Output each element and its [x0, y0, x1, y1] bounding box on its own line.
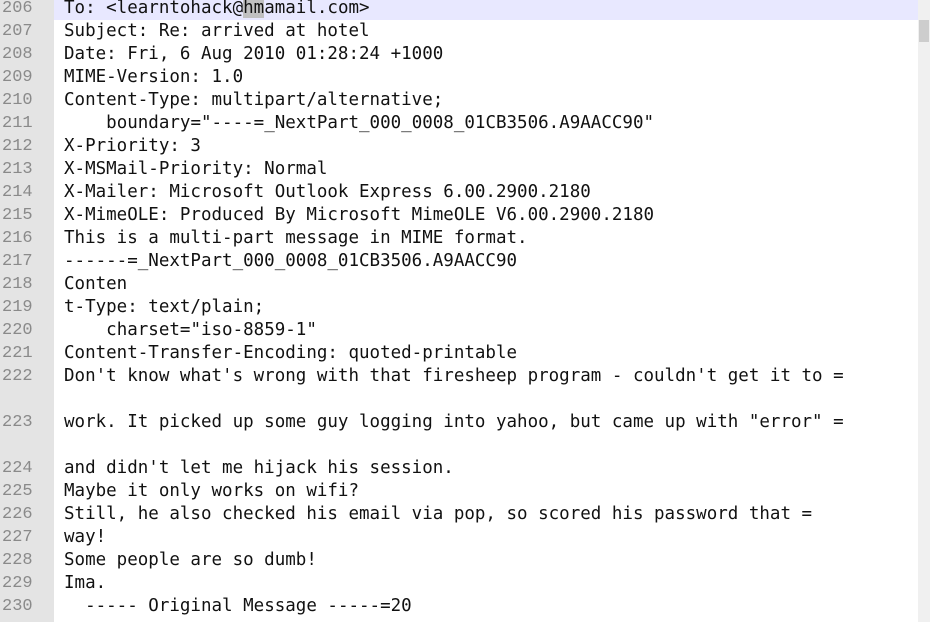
line-number: 229	[0, 572, 54, 595]
line-number: 228	[0, 549, 54, 572]
editor-line[interactable]: 229 Ima.	[0, 572, 918, 595]
editor-line[interactable]: 213 X-MSMail-Priority: Normal	[0, 158, 918, 181]
line-number: 222	[0, 365, 54, 411]
editor-line[interactable]: 218 Conten	[0, 273, 918, 296]
scrollbar-thumb[interactable]	[919, 20, 929, 42]
editor-line[interactable]: 224 and didn't let me hijack his session.	[0, 457, 918, 480]
line-text[interactable]: Some people are so dumb!	[54, 549, 918, 572]
line-number: 206	[0, 0, 54, 20]
line-text[interactable]: ------=_NextPart_000_0008_01CB3506.A9AAC…	[54, 250, 918, 273]
line-text[interactable]: X-MSMail-Priority: Normal	[54, 158, 918, 181]
editor-line[interactable]: 217 ------=_NextPart_000_0008_01CB3506.A9…	[0, 250, 918, 273]
line-text[interactable]: and didn't let me hijack his session.	[54, 457, 918, 480]
editor-line[interactable]: 228 Some people are so dumb!	[0, 549, 918, 572]
line-number: 212	[0, 135, 54, 158]
line-text[interactable]: work. It picked up some guy logging into…	[54, 411, 918, 457]
line-text[interactable]: Subject: Re: arrived at hotel	[54, 20, 918, 43]
line-number: 210	[0, 89, 54, 112]
line-text[interactable]: way!	[54, 526, 918, 549]
editor-line[interactable]: 227 way!	[0, 526, 918, 549]
line-text[interactable]: Don't know what's wrong with that firesh…	[54, 365, 918, 411]
editor-lines: 206 To: <learntohack@hmamail.com> 207 Subje…	[0, 0, 918, 618]
line-number: 218	[0, 273, 54, 296]
line-number: 219	[0, 296, 54, 319]
line-text[interactable]: Ima.	[54, 572, 918, 595]
line-number: 208	[0, 43, 54, 66]
line-text[interactable]: X-Priority: 3	[54, 135, 918, 158]
editor-line[interactable]: 220 charset="iso-8859-1"	[0, 319, 918, 342]
editor-line[interactable]: 221 Content-Transfer-Encoding: quoted-pri…	[0, 342, 918, 365]
editor-line[interactable]: 230 ----- Original Message -----=20	[0, 595, 918, 618]
line-text[interactable]: Maybe it only works on wifi?	[54, 480, 918, 503]
line-number: 211	[0, 112, 54, 135]
line-text[interactable]: Still, he also checked his email via pop…	[54, 503, 918, 526]
text-selection[interactable]: hm	[243, 0, 265, 18]
line-text-before-selection: To: <learntohack@	[64, 0, 244, 18]
editor-line[interactable]: 208 Date: Fri, 6 Aug 2010 01:28:24 +1000	[0, 43, 918, 66]
line-number: 230	[0, 595, 54, 618]
line-number: 207	[0, 20, 54, 43]
editor-line[interactable]: 209 MIME-Version: 1.0	[0, 66, 918, 89]
editor-line[interactable]: 207 Subject: Re: arrived at hotel	[0, 20, 918, 43]
line-text[interactable]: Conten	[54, 273, 918, 296]
line-text[interactable]: charset="iso-8859-1"	[54, 319, 918, 342]
line-number: 216	[0, 227, 54, 250]
line-number: 224	[0, 457, 54, 480]
editor-line[interactable]: 223 work. It picked up some guy logging i…	[0, 411, 918, 457]
line-text[interactable]: Content-Transfer-Encoding: quoted-printa…	[54, 342, 918, 365]
editor-line[interactable]: 222 Don't know what's wrong with that fir…	[0, 365, 918, 411]
line-text[interactable]: X-Mailer: Microsoft Outlook Express 6.00…	[54, 181, 918, 204]
editor-line[interactable]: 212 X-Priority: 3	[0, 135, 918, 158]
editor-line[interactable]: 210 Content-Type: multipart/alternative;	[0, 89, 918, 112]
line-text[interactable]: This is a multi-part message in MIME for…	[54, 227, 918, 250]
editor-line[interactable]: 211 boundary="----=_NextPart_000_0008_01…	[0, 112, 918, 135]
line-number: 213	[0, 158, 54, 181]
line-number: 217	[0, 250, 54, 273]
line-text[interactable]: Date: Fri, 6 Aug 2010 01:28:24 +1000	[54, 43, 918, 66]
line-text[interactable]: t-Type: text/plain;	[54, 296, 918, 319]
line-number: 221	[0, 342, 54, 365]
line-text[interactable]: Content-Type: multipart/alternative;	[54, 89, 918, 112]
line-number: 223	[0, 411, 54, 457]
editor-line[interactable]: 226 Still, he also checked his email via …	[0, 503, 918, 526]
editor-line[interactable]: 225 Maybe it only works on wifi?	[0, 480, 918, 503]
text-editor[interactable]: 206 To: <learntohack@hmamail.com> 207 Subje…	[0, 0, 930, 622]
line-number: 215	[0, 204, 54, 227]
line-number: 225	[0, 480, 54, 503]
line-text[interactable]: To: <learntohack@hmamail.com>	[54, 0, 918, 20]
line-text[interactable]: ----- Original Message -----=20	[54, 595, 918, 618]
line-number: 227	[0, 526, 54, 549]
editor-line-current[interactable]: 206 To: <learntohack@hmamail.com>	[0, 0, 918, 20]
line-text[interactable]: boundary="----=_NextPart_000_0008_01CB35…	[54, 112, 918, 135]
line-number: 226	[0, 503, 54, 526]
editor-line[interactable]: 214 X-Mailer: Microsoft Outlook Express 6…	[0, 181, 918, 204]
line-number: 209	[0, 66, 54, 89]
line-text[interactable]: MIME-Version: 1.0	[54, 66, 918, 89]
editor-line[interactable]: 216 This is a multi-part message in MIME …	[0, 227, 918, 250]
editor-line[interactable]: 219 t-Type: text/plain;	[0, 296, 918, 319]
line-number: 220	[0, 319, 54, 342]
line-text[interactable]: X-MimeOLE: Produced By Microsoft MimeOLE…	[54, 204, 918, 227]
editor-line[interactable]: 215 X-MimeOLE: Produced By Microsoft Mime…	[0, 204, 918, 227]
line-number: 214	[0, 181, 54, 204]
vertical-scrollbar[interactable]	[918, 0, 930, 622]
line-text-after-selection: amail.com>	[264, 0, 370, 18]
